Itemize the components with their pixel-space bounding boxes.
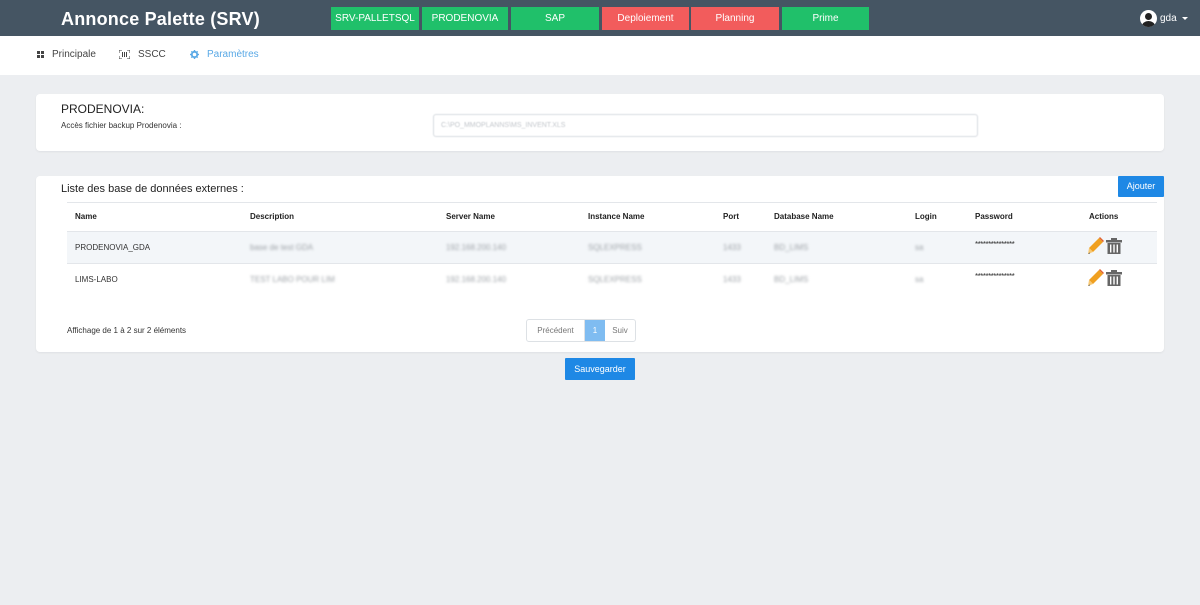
env-button-planning[interactable]: Planning (691, 7, 779, 30)
barcode-scan-icon (119, 50, 130, 59)
cell-server: 192.168.200.140 (446, 275, 507, 284)
user-menu[interactable]: gda (1140, 9, 1188, 27)
prodenovia-card: PRODENOVIA: Accès fichier backup Prodeno… (36, 94, 1164, 151)
column-header-port[interactable]: Port (723, 212, 739, 221)
gear-icon (190, 50, 199, 59)
cell-name: LIMS-LABO (75, 275, 118, 284)
nav-item-parametres[interactable]: Paramètres (190, 49, 259, 60)
column-header-server-name[interactable]: Server Name (446, 212, 495, 221)
pagination-previous[interactable]: Précédent (527, 320, 585, 341)
cell-database: BD_LIMS (774, 243, 809, 252)
backup-path-input[interactable]: C:\PO_MMOPLANNS\MS_INVENT.XLS (433, 114, 978, 137)
backup-path-label: Accès fichier backup Prodenovia : (61, 121, 182, 130)
top-bar: Annonce Palette (SRV) SRV-PALLETSQL PROD… (0, 0, 1200, 36)
add-button[interactable]: Ajouter (1118, 176, 1164, 197)
cell-port: 1433 (723, 275, 741, 284)
cell-database: BD_LIMS (774, 275, 809, 284)
save-button[interactable]: Sauvegarder (565, 358, 635, 380)
cell-login: sa (915, 275, 924, 284)
cell-password: *************** (975, 272, 1015, 281)
table-info: Affichage de 1 à 2 sur 2 éléments (67, 326, 187, 335)
table-row[interactable]: PRODENOVIA_GDA base de test GDA 192.168.… (67, 232, 1157, 263)
env-button-deploiement[interactable]: Deploiement (602, 7, 689, 30)
delete-trash-icon[interactable] (1106, 238, 1122, 254)
divider (67, 202, 1157, 203)
dashboard-icon (37, 51, 44, 58)
section-title: Liste des base de données externes : (61, 183, 244, 195)
cell-instance: SQLEXPRESS (588, 243, 642, 252)
table-row[interactable]: LIMS-LABO TEST LABO POUR LIM 192.168.200… (67, 264, 1157, 295)
external-db-card: Liste des base de données externes : Ajo… (36, 176, 1164, 352)
cell-name: PRODENOVIA_GDA (75, 243, 151, 252)
avatar-icon (1140, 9, 1157, 27)
pagination-next[interactable]: Suiv (605, 320, 635, 341)
user-name: gda (1160, 12, 1177, 24)
column-header-name[interactable]: Name (75, 212, 97, 221)
delete-trash-icon[interactable] (1106, 270, 1122, 286)
column-header-database-name[interactable]: Database Name (774, 212, 834, 221)
env-button-prime[interactable]: Prime (782, 7, 869, 30)
sub-navigation: Principale SSCC Paramètres (0, 36, 1200, 75)
pagination: Précédent 1 Suiv (526, 319, 636, 342)
edit-pencil-icon[interactable] (1088, 269, 1104, 287)
column-header-login[interactable]: Login (915, 212, 937, 221)
cell-server: 192.168.200.140 (446, 243, 507, 252)
env-button-prodenovia[interactable]: PRODENOVIA (422, 7, 508, 30)
column-header-actions: Actions (1089, 212, 1119, 221)
column-header-description[interactable]: Description (250, 212, 294, 221)
pagination-page[interactable]: 1 (585, 320, 605, 341)
nav-item-sscc[interactable]: SSCC (119, 49, 166, 60)
nav-label: Paramètres (207, 49, 259, 60)
edit-pencil-icon[interactable] (1088, 237, 1104, 255)
nav-label: SSCC (138, 49, 166, 60)
column-header-instance-name[interactable]: Instance Name (588, 212, 644, 221)
cell-description: base de test GDA (250, 243, 314, 252)
cell-port: 1433 (723, 243, 741, 252)
cell-instance: SQLEXPRESS (588, 275, 642, 284)
cell-description: TEST LABO POUR LIM (250, 275, 335, 284)
env-button-sap[interactable]: SAP (511, 7, 599, 30)
env-button-srv-palletsql[interactable]: SRV-PALLETSQL (331, 7, 419, 30)
app-title: Annonce Palette (SRV) (61, 9, 260, 29)
column-header-password[interactable]: Password (975, 212, 1013, 221)
nav-label: Principale (52, 49, 96, 60)
cell-password: *************** (975, 240, 1015, 249)
section-title: PRODENOVIA: (61, 102, 145, 116)
cell-login: sa (915, 243, 924, 252)
nav-item-principale[interactable]: Principale (37, 49, 96, 60)
chevron-down-icon (1181, 16, 1188, 20)
